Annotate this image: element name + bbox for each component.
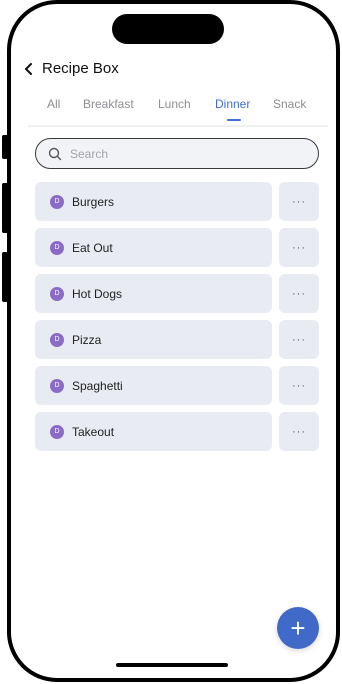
- tab-dinner[interactable]: Dinner: [215, 97, 250, 111]
- recipe-name: Spaghetti: [72, 378, 123, 393]
- search-bar[interactable]: [35, 138, 319, 169]
- more-options-button[interactable]: ···: [279, 320, 319, 359]
- list-item: D Burgers ···: [35, 182, 319, 221]
- page-title: Recipe Box: [42, 60, 119, 77]
- chevron-left-icon[interactable]: [24, 62, 34, 75]
- more-options-button[interactable]: ···: [279, 412, 319, 451]
- category-badge: D: [50, 378, 64, 393]
- recipe-name: Takeout: [72, 424, 115, 439]
- recipe-item-burgers[interactable]: D Burgers: [35, 182, 272, 221]
- list-item: D Pizza ···: [35, 320, 319, 359]
- category-badge: D: [50, 332, 64, 347]
- more-options-button[interactable]: ···: [279, 366, 319, 405]
- list-item: D Hot Dogs ···: [35, 274, 319, 313]
- list-item: D Takeout ···: [35, 412, 319, 451]
- recipe-name: Eat Out: [72, 240, 113, 255]
- recipe-name: Hot Dogs: [72, 286, 123, 301]
- tab-all[interactable]: All: [47, 97, 60, 111]
- dynamic-island: [112, 14, 224, 44]
- list-item: D Eat Out ···: [35, 228, 319, 267]
- recipe-name: Pizza: [72, 332, 102, 347]
- recipe-item-takeout[interactable]: D Takeout: [35, 412, 272, 451]
- more-options-button[interactable]: ···: [279, 228, 319, 267]
- tab-bar: All Breakfast Lunch Dinner Snack: [28, 97, 328, 127]
- category-badge: D: [50, 286, 64, 301]
- search-icon: [48, 147, 62, 160]
- category-badge: D: [50, 240, 64, 255]
- home-indicator: [116, 663, 228, 667]
- more-options-button[interactable]: ···: [279, 274, 319, 313]
- add-recipe-button[interactable]: +: [277, 607, 319, 649]
- tab-snack[interactable]: Snack: [273, 97, 306, 111]
- active-tab-indicator: [227, 119, 241, 121]
- recipe-item-hot-dogs[interactable]: D Hot Dogs: [35, 274, 272, 313]
- recipe-item-eat-out[interactable]: D Eat Out: [35, 228, 272, 267]
- header: Recipe Box: [24, 60, 119, 77]
- category-badge: D: [50, 194, 64, 209]
- search-input[interactable]: [68, 145, 292, 162]
- recipe-name: Burgers: [72, 194, 115, 209]
- tab-breakfast[interactable]: Breakfast: [83, 97, 134, 111]
- more-options-button[interactable]: ···: [279, 182, 319, 221]
- tab-lunch[interactable]: Lunch: [158, 97, 191, 111]
- category-badge: D: [50, 424, 64, 439]
- recipe-item-spaghetti[interactable]: D Spaghetti: [35, 366, 272, 405]
- list-item: D Spaghetti ···: [35, 366, 319, 405]
- recipe-item-pizza[interactable]: D Pizza: [35, 320, 272, 359]
- recipe-list: D Burgers ··· D Eat Out ··· D Hot Dogs ·…: [35, 182, 319, 458]
